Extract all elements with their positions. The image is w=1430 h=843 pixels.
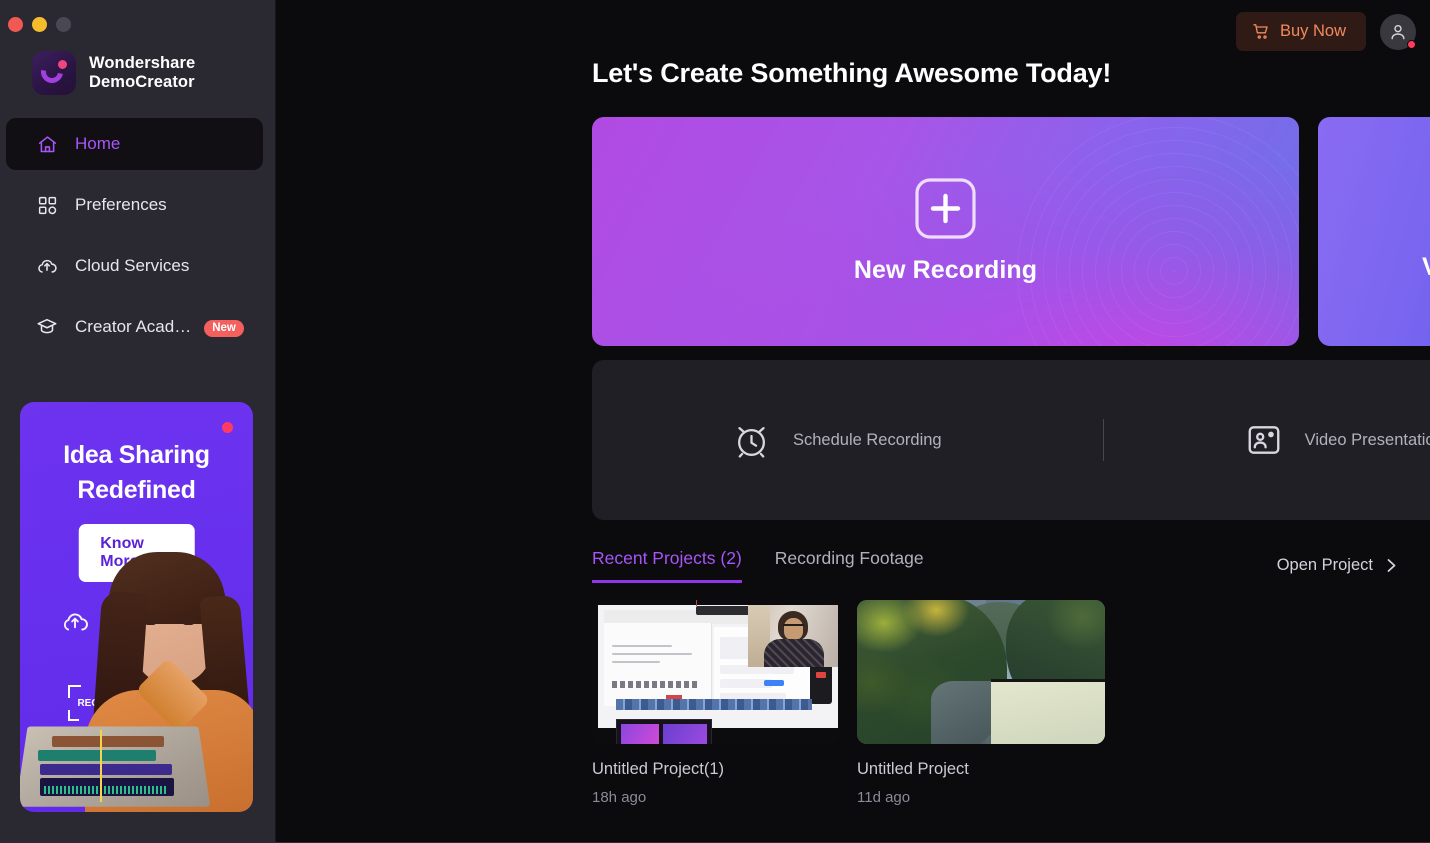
tab-recording-footage[interactable]: Recording Footage <box>775 548 924 583</box>
video-presentation-action[interactable]: Video Presentation <box>1245 421 1430 459</box>
user-icon <box>1388 22 1408 42</box>
sidebar: Wondershare DemoCreator Home Preferences… <box>0 0 276 842</box>
brand: Wondershare DemoCreator <box>0 34 275 96</box>
home-icon <box>36 133 58 155</box>
new-recording-label: New Recording <box>853 256 1038 284</box>
project-card[interactable]: Untitled Project 11d ago <box>857 600 1105 806</box>
promo-title-line-2: Redefined <box>77 476 196 504</box>
schedule-recording-label: Schedule Recording <box>793 430 942 449</box>
sidebar-item-label: Preferences <box>75 195 167 214</box>
project-timestamp: 18h ago <box>592 789 647 806</box>
window-controls <box>0 0 275 34</box>
promo-title: Idea Sharing Redefined <box>20 438 253 508</box>
sidebar-item-label: Creator Acad… <box>75 317 192 336</box>
video-editor-label: Video Editor <box>1422 253 1430 282</box>
brand-line-2: DemoCreator <box>89 73 195 91</box>
page-title: Let's Create Something Awesome Today! <box>592 58 1112 88</box>
app-logo-icon <box>32 51 76 95</box>
cloud-upload-icon <box>36 255 58 277</box>
shopping-cart-icon <box>1252 22 1271 41</box>
alarm-clock-icon <box>732 421 771 460</box>
sidebar-item-label: Cloud Services <box>75 256 190 275</box>
status-badge: New <box>204 319 244 337</box>
new-recording-card[interactable]: New Recording <box>592 117 1299 346</box>
schedule-recording-action[interactable]: Schedule Recording <box>732 421 942 460</box>
video-presentation-label: Video Presentation <box>1304 430 1430 449</box>
graduation-cap-icon <box>36 316 58 338</box>
project-name: Untitled Project <box>857 760 969 778</box>
open-project-button[interactable]: Open Project <box>1277 556 1398 575</box>
main-content: Buy Now Let's Create Something Awesome T… <box>276 0 1430 842</box>
project-timestamp: 11d ago <box>857 789 911 806</box>
buy-now-button[interactable]: Buy Now <box>1235 12 1366 51</box>
promo-banner[interactable]: Idea Sharing Redefined Know More REC <box>20 402 253 812</box>
sidebar-nav: Home Preferences Cloud Services Creator … <box>0 118 275 362</box>
close-icon[interactable] <box>8 17 23 32</box>
sidebar-item-preferences[interactable]: Preferences <box>6 179 263 231</box>
video-editor-card[interactable]: Video Editor <box>1318 117 1430 346</box>
sidebar-item-creator-academy[interactable]: Creator Acad… New <box>6 301 263 353</box>
promo-laptop-illustration <box>20 720 212 812</box>
presentation-person-icon <box>1245 421 1283 459</box>
grid-icon <box>36 194 58 216</box>
sidebar-item-home[interactable]: Home <box>6 118 263 170</box>
sidebar-item-label: Home <box>75 134 121 153</box>
avatar[interactable] <box>1380 13 1416 50</box>
primary-cards: New Recording Video Editor <box>592 117 1430 346</box>
tab-recent-projects[interactable]: Recent Projects (2) <box>592 548 742 583</box>
brand-name: Wondershare DemoCreator <box>89 54 195 92</box>
promo-title-line-1: Idea Sharing <box>63 441 210 469</box>
chevron-right-icon <box>1385 557 1398 574</box>
project-tabs: Recent Projects (2) Recording Footage <box>592 548 924 583</box>
project-card[interactable]: Untitled Project(1) 18h ago <box>592 600 840 806</box>
promo-dot-icon <box>222 422 233 433</box>
quick-actions-bar: Schedule Recording Video Presentation <box>592 360 1430 520</box>
project-thumbnail[interactable] <box>857 600 1105 744</box>
project-name: Untitled Project(1) <box>592 760 725 778</box>
vertical-divider <box>1102 419 1104 461</box>
top-bar: Buy Now <box>1235 12 1416 51</box>
app-window: Wondershare DemoCreator Home Preferences… <box>0 0 1430 843</box>
logo-dot-icon <box>58 60 67 69</box>
notification-dot-icon <box>1407 39 1416 49</box>
open-project-label: Open Project <box>1276 556 1373 574</box>
minimize-icon[interactable] <box>32 17 47 32</box>
project-thumbnail[interactable] <box>592 600 840 744</box>
brand-line-1: Wondershare <box>89 54 196 72</box>
buy-now-label: Buy Now <box>1279 22 1346 40</box>
project-list: Untitled Project(1) 18h ago Untitled Pro… <box>592 600 1105 806</box>
maximize-icon <box>56 17 71 32</box>
plus-square-icon <box>915 178 976 239</box>
sidebar-item-cloud-services[interactable]: Cloud Services <box>6 240 263 292</box>
